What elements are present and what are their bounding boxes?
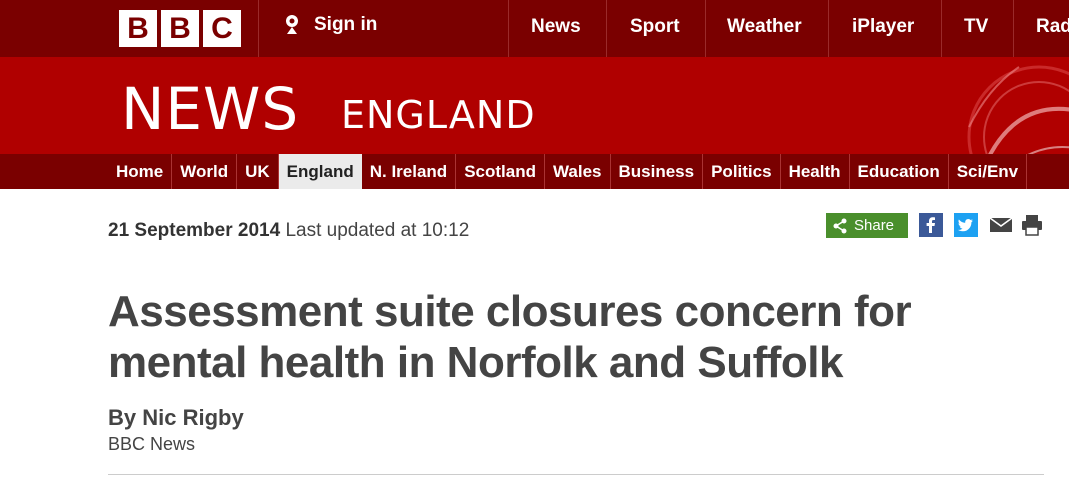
article-updated: Last updated at 10:12 xyxy=(285,220,470,241)
email-icon[interactable] xyxy=(989,213,1013,237)
section-england[interactable]: England xyxy=(278,154,362,189)
divider xyxy=(606,0,607,57)
sign-in-link[interactable]: Sign in xyxy=(282,14,377,36)
user-icon xyxy=(286,15,298,34)
bbc-logo-letter: C xyxy=(203,10,241,47)
section-business[interactable]: Business xyxy=(611,154,704,189)
article-byline: By Nic Rigby xyxy=(108,405,244,430)
section-nav: Home World UK England N. Ireland Scotlan… xyxy=(0,154,1069,189)
topnav-weather[interactable]: Weather xyxy=(727,16,802,38)
banner-decoration xyxy=(967,65,1069,154)
share-label: Share xyxy=(854,217,895,234)
bbc-logo[interactable]: B B C xyxy=(119,10,241,47)
article-headline: Assessment suite closures concern for me… xyxy=(108,287,912,387)
section-world[interactable]: World xyxy=(172,154,238,189)
share-icon xyxy=(833,218,847,233)
article-date-line: 21 September 2014 Last updated at 10:12 xyxy=(108,220,469,242)
topnav-sport[interactable]: Sport xyxy=(630,16,680,38)
news-banner: NEWS ENGLAND xyxy=(0,57,1069,154)
divider xyxy=(1013,0,1014,57)
bbc-top-bar: B B C Sign in News Sport Weather iPlayer… xyxy=(0,0,1069,57)
divider xyxy=(108,474,1044,475)
bbc-logo-letter: B xyxy=(161,10,199,47)
divider xyxy=(828,0,829,57)
facebook-icon[interactable] xyxy=(919,213,943,237)
topnav-tv[interactable]: TV xyxy=(964,16,988,38)
divider xyxy=(705,0,706,57)
topnav-news[interactable]: News xyxy=(531,16,581,38)
topnav-radio[interactable]: Rad xyxy=(1036,16,1069,38)
news-title[interactable]: NEWS xyxy=(121,75,299,143)
article-date: 21 September 2014 xyxy=(108,220,281,241)
topnav-iplayer[interactable]: iPlayer xyxy=(852,16,914,38)
section-n-ireland[interactable]: N. Ireland xyxy=(362,154,457,189)
article-byline-org: BBC News xyxy=(108,434,196,454)
section-sci-env[interactable]: Sci/Env xyxy=(949,154,1028,189)
section-wales[interactable]: Wales xyxy=(545,154,611,189)
divider xyxy=(508,0,509,57)
section-scotland[interactable]: Scotland xyxy=(456,154,545,189)
section-health[interactable]: Health xyxy=(781,154,850,189)
section-education[interactable]: Education xyxy=(850,154,949,189)
print-icon[interactable] xyxy=(1020,213,1044,237)
news-region: ENGLAND xyxy=(341,93,536,137)
section-uk[interactable]: UK xyxy=(237,154,279,189)
share-button[interactable]: Share xyxy=(826,213,908,238)
divider xyxy=(258,0,259,57)
twitter-icon[interactable] xyxy=(954,213,978,237)
section-home[interactable]: Home xyxy=(108,154,173,189)
divider xyxy=(941,0,942,57)
bbc-logo-letter: B xyxy=(119,10,157,47)
sign-in-label: Sign in xyxy=(314,14,378,35)
section-politics[interactable]: Politics xyxy=(703,154,781,189)
